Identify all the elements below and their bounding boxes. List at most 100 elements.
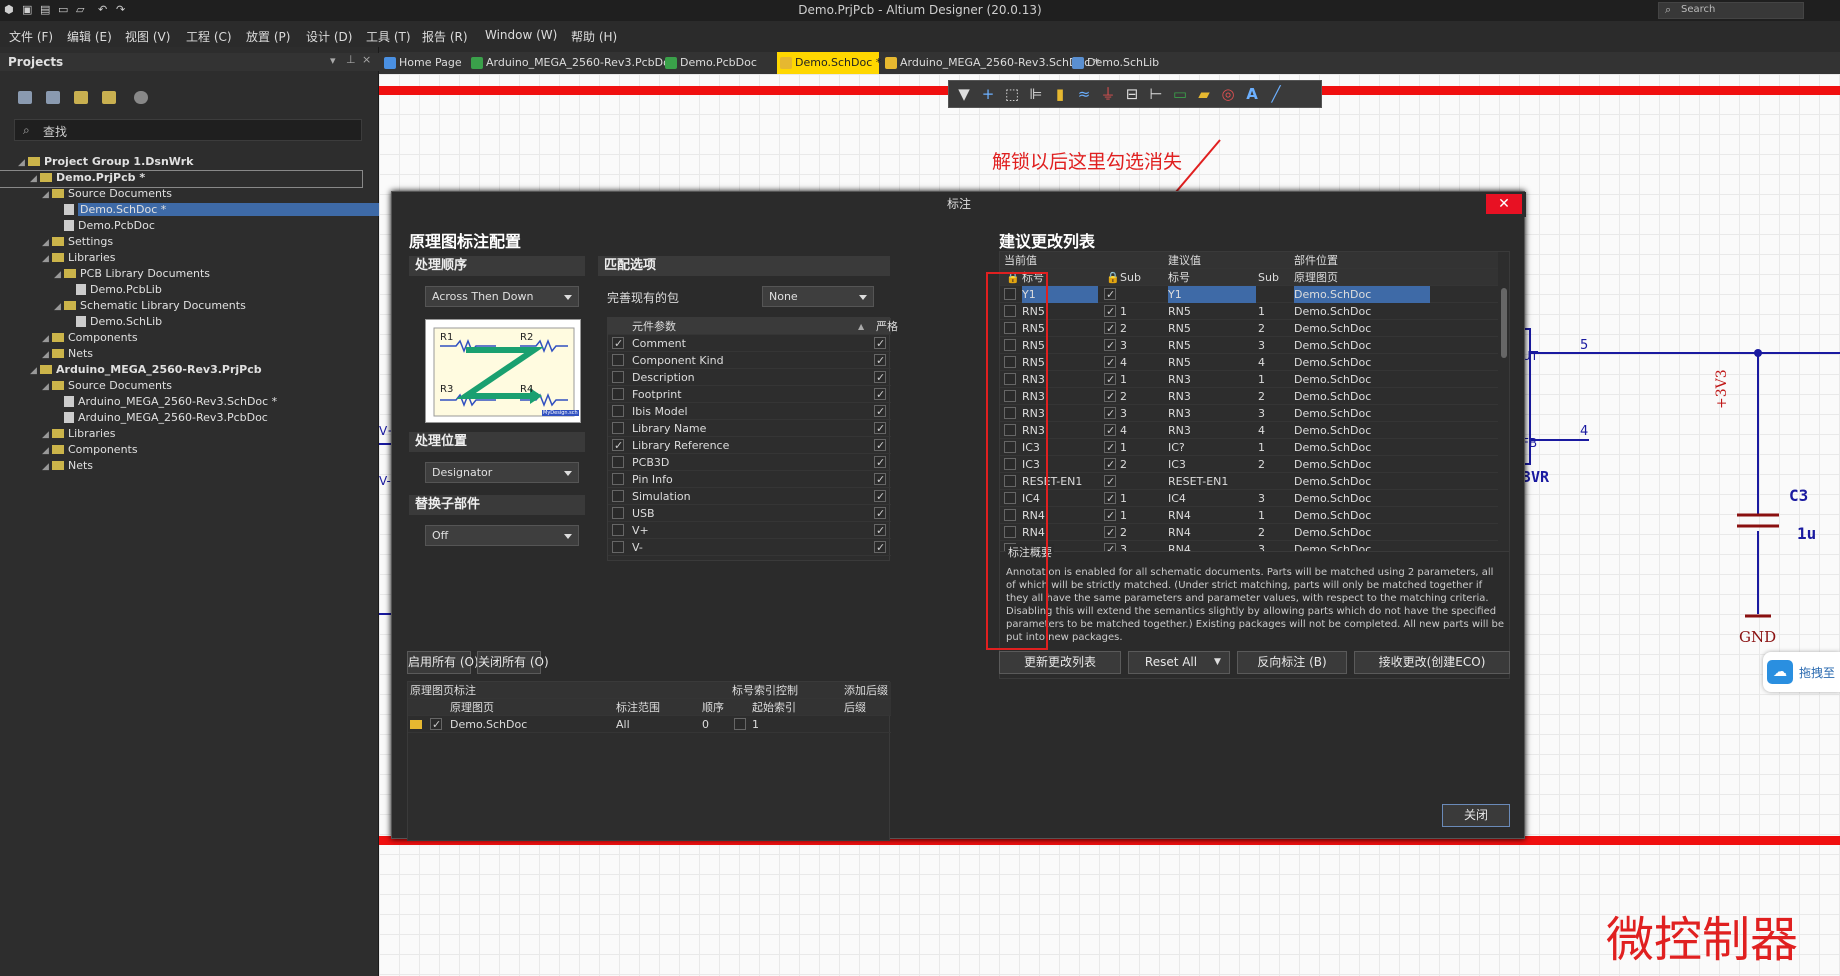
param-row[interactable]: V- [608, 539, 891, 556]
replace-dropdown[interactable]: Off [425, 525, 579, 546]
param-row[interactable]: Component Kind [608, 352, 891, 369]
change-row[interactable]: RN31RN31Demo.SchDoc [1000, 371, 1498, 388]
param-row[interactable]: Description [608, 369, 891, 386]
change-row[interactable]: RN52RN52Demo.SchDoc [1000, 320, 1498, 337]
param-checkbox[interactable] [612, 490, 624, 502]
strict-checkbox[interactable] [874, 488, 886, 505]
menu-item-9[interactable]: 帮助 (H) [571, 28, 617, 45]
change-row[interactable]: RN53RN53Demo.SchDoc [1000, 337, 1498, 354]
tree-item[interactable]: ◢ PCB Library Documents [0, 267, 379, 283]
enable-all-button[interactable]: 启用所有 (O) [407, 651, 479, 674]
tree-item[interactable]: ◢ Libraries [0, 251, 379, 267]
param-row[interactable]: Comment [608, 335, 891, 352]
tree-item[interactable]: ◢ Settings [0, 235, 379, 251]
param-row[interactable]: Library Name [608, 420, 891, 437]
strict-checkbox[interactable] [874, 539, 886, 556]
param-checkbox[interactable] [612, 388, 624, 400]
tree-item[interactable]: ◢ Demo.PrjPcb * [0, 170, 363, 188]
strict-checkbox[interactable] [874, 335, 886, 352]
tree-item[interactable]: ◢ Nets [0, 459, 379, 475]
tree-item[interactable]: ◢ Source Documents [0, 187, 379, 203]
menu-item-1[interactable]: 编辑 (E) [67, 28, 112, 45]
proposed-lock-checkbox[interactable] [1104, 524, 1116, 541]
param-row[interactable]: Simulation [608, 488, 891, 505]
param-checkbox[interactable] [612, 335, 624, 352]
expand-icon[interactable]: ◢ [30, 174, 40, 184]
back-annotate-button[interactable]: 反向标注 (B) [1237, 651, 1347, 674]
expand-icon[interactable]: ◢ [42, 350, 52, 360]
sheet-start-index[interactable]: 1 [752, 716, 759, 733]
change-row[interactable]: IC31IC?1Demo.SchDoc [1000, 439, 1498, 456]
net-label-icon[interactable]: ▰ [1193, 84, 1215, 104]
param-checkbox[interactable] [612, 473, 624, 485]
crosshair-icon[interactable]: + [977, 84, 999, 104]
filter-icon[interactable]: ▼ [953, 84, 975, 104]
floating-drag-widget[interactable]: ☁ 拖拽至 [1763, 652, 1840, 692]
proposed-lock-checkbox[interactable] [1104, 490, 1116, 507]
expand-icon[interactable]: ◢ [54, 270, 64, 280]
proposed-lock-checkbox[interactable] [1104, 337, 1116, 354]
proposed-lock-checkbox[interactable] [1104, 473, 1116, 490]
proposed-lock-checkbox[interactable] [1104, 439, 1116, 456]
param-checkbox[interactable] [612, 371, 624, 383]
proposed-lock-checkbox[interactable] [1104, 456, 1116, 473]
expand-icon[interactable]: ◢ [42, 446, 52, 456]
proposed-lock-checkbox[interactable] [1104, 303, 1116, 320]
menu-item-0[interactable]: 文件 (F) [9, 28, 53, 45]
bus-icon[interactable]: ⊟ [1121, 84, 1143, 104]
tree-item[interactable]: Arduino_MEGA_2560-Rev3.SchDoc * [0, 395, 379, 411]
strict-checkbox[interactable] [874, 420, 886, 437]
tree-item[interactable]: Demo.PcbLib [0, 283, 379, 299]
tree-item[interactable]: ◢ Source Documents [0, 379, 379, 395]
tree-item[interactable]: ◢ Arduino_MEGA_2560-Rev3.PrjPcb [0, 363, 379, 379]
changes-scrollbar[interactable] [1498, 252, 1509, 590]
strict-checkbox[interactable] [874, 522, 886, 539]
proposed-lock-checkbox[interactable] [1104, 422, 1116, 439]
doc-tab[interactable]: Demo.SchDoc * [777, 52, 881, 74]
tree-item[interactable]: ◢ Components [0, 331, 379, 347]
change-row[interactable]: RN41RN41Demo.SchDoc [1000, 507, 1498, 524]
expand-icon[interactable]: ◢ [42, 334, 52, 344]
reset-dropdown-icon[interactable]: ▼ [1214, 657, 1221, 667]
tree-item[interactable]: Demo.SchLib [0, 315, 379, 331]
param-checkbox[interactable] [612, 405, 624, 417]
strict-checkbox[interactable] [874, 369, 886, 386]
expand-icon[interactable]: ◢ [54, 302, 64, 312]
disable-all-button[interactable]: 关闭所有 (O) [477, 651, 549, 674]
position-dropdown[interactable]: Designator [425, 462, 579, 483]
tree-item[interactable]: ◢ Components [0, 443, 379, 459]
expand-icon[interactable]: ◢ [18, 158, 28, 168]
close-button[interactable]: 关闭 [1442, 804, 1510, 827]
change-row[interactable]: RN33RN33Demo.SchDoc [1000, 405, 1498, 422]
project-options-icon[interactable] [102, 91, 116, 104]
strict-checkbox[interactable] [874, 505, 886, 522]
expand-icon[interactable]: ◢ [42, 462, 52, 472]
param-checkbox[interactable] [612, 437, 624, 454]
doc-tab[interactable]: Arduino_MEGA_2560-Rev3.SchDoc * [882, 52, 1099, 74]
compile-icon[interactable] [46, 91, 60, 104]
param-checkbox[interactable] [612, 541, 624, 553]
wire-icon[interactable]: ≈ [1073, 84, 1095, 104]
doc-tab[interactable]: Arduino_MEGA_2560-Rev3.PcbDoc [468, 52, 676, 74]
change-row[interactable]: Y1Y1Demo.SchDoc [1000, 286, 1498, 303]
sheet-enable-checkbox[interactable] [430, 716, 442, 733]
param-row[interactable]: Pin Info [608, 471, 891, 488]
param-checkbox[interactable] [612, 422, 624, 434]
change-row[interactable]: RN42RN42Demo.SchDoc [1000, 524, 1498, 541]
change-row[interactable]: RN34RN34Demo.SchDoc [1000, 422, 1498, 439]
proposed-lock-checkbox[interactable] [1104, 405, 1116, 422]
param-row[interactable]: PCB3D [608, 454, 891, 471]
proposed-lock-checkbox[interactable] [1104, 286, 1116, 303]
expand-icon[interactable]: ◢ [42, 190, 52, 200]
sheet-symbol-icon[interactable]: ▭ [1169, 84, 1191, 104]
no-erc-icon[interactable]: ◎ [1217, 84, 1239, 104]
dialog-close-button[interactable]: ✕ [1486, 194, 1522, 214]
change-row[interactable]: RESET-EN1RESET-EN1Demo.SchDoc [1000, 473, 1498, 490]
proposed-lock-checkbox[interactable] [1104, 507, 1116, 524]
power-port-icon[interactable]: ⏚ [1097, 84, 1119, 104]
tree-item[interactable]: ◢ Project Group 1.DsnWrk [0, 155, 379, 171]
strict-checkbox[interactable] [874, 471, 886, 488]
change-row[interactable]: IC32IC32Demo.SchDoc [1000, 456, 1498, 473]
tree-item[interactable]: ◢ Nets [0, 347, 379, 363]
tree-item[interactable]: Demo.SchDoc * [0, 203, 407, 219]
